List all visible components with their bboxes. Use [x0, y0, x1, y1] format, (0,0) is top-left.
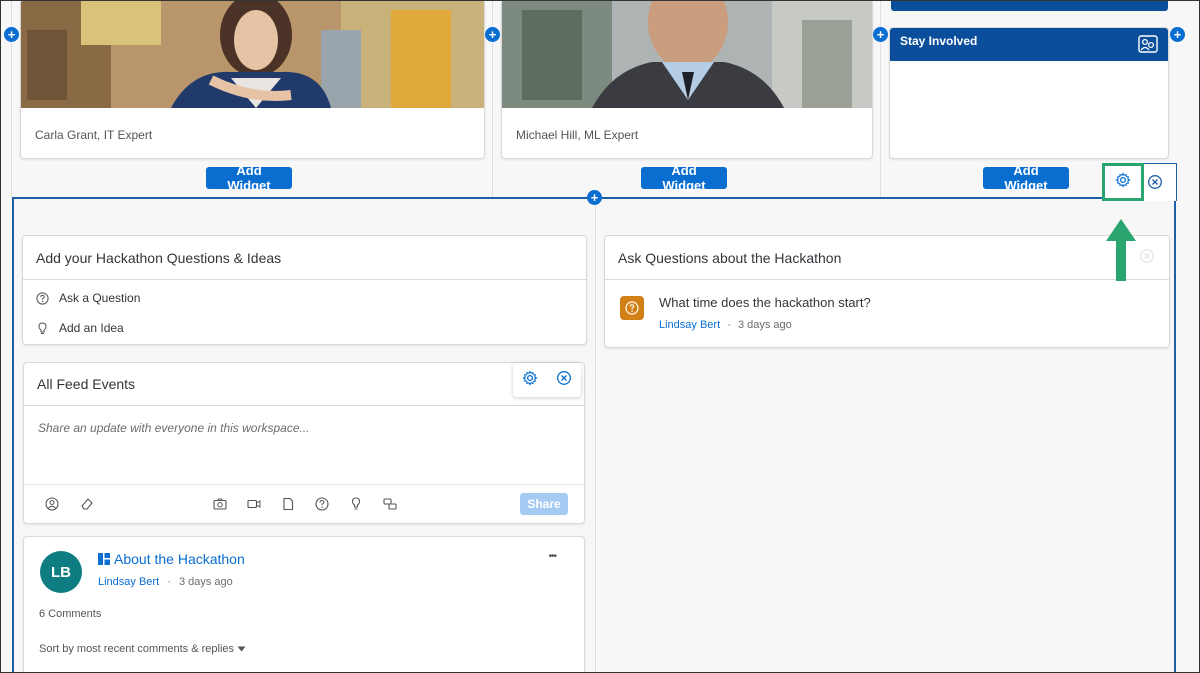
- avatar[interactable]: LB: [40, 551, 82, 593]
- add-widget-button[interactable]: Add Widget: [983, 163, 1069, 193]
- close-circle-icon[interactable]: [1139, 248, 1155, 269]
- widget-toolbar: [513, 363, 581, 397]
- more-options-button[interactable]: •••: [548, 551, 556, 562]
- add-idea-label: Add an Idea: [59, 321, 124, 335]
- workspace-canvas: Carla Grant, IT Expert Michael Hill, ML …: [1, 1, 1199, 672]
- poll-icon[interactable]: [382, 496, 398, 512]
- post-title-link[interactable]: About the Hackathon: [114, 551, 245, 567]
- widget-title: Ask Questions about the Hackathon: [605, 236, 1169, 280]
- file-icon[interactable]: [280, 496, 296, 512]
- post-author-link[interactable]: Lindsay Bert: [98, 576, 159, 588]
- widget-title: All Feed Events: [24, 363, 584, 406]
- meta-separator: ·: [727, 319, 731, 331]
- comments-count[interactable]: 6 Comments: [39, 608, 101, 620]
- profile-caption: Michael Hill, ML Expert: [516, 128, 639, 142]
- dashboard-icon: [98, 553, 110, 565]
- video-icon[interactable]: [246, 496, 262, 512]
- question-time: 3 days ago: [737, 319, 792, 331]
- profile-card-carla: Carla Grant, IT Expert: [20, 1, 485, 159]
- ask-question-label: Ask a Question: [59, 291, 141, 305]
- sort-comments-dropdown[interactable]: Sort by most recent comments & replies: [39, 643, 246, 655]
- feed-post: LB About the Hackathon Lindsay Bert · 3 …: [23, 536, 585, 672]
- share-button[interactable]: Share: [520, 493, 568, 515]
- mention-icon[interactable]: [44, 496, 60, 512]
- column-settings-highlight: [1102, 163, 1144, 201]
- meta-separator: ·: [167, 576, 171, 588]
- add-column-button[interactable]: +: [4, 27, 19, 42]
- ask-question-item[interactable]: Ask a Question: [23, 283, 586, 313]
- camera-icon[interactable]: [212, 496, 228, 512]
- post-meta: Lindsay Bert · 3 days ago: [98, 576, 233, 588]
- feed-events-widget: All Feed Events Share an update with eve…: [23, 362, 585, 524]
- feed-composer-toolbar: Share: [24, 489, 584, 521]
- section-column-divider: [595, 199, 596, 672]
- stay-involved-card: Stay Involved: [889, 27, 1169, 159]
- post-title-row: About the Hackathon: [98, 551, 245, 567]
- close-circle-icon[interactable]: [556, 370, 572, 391]
- question-text[interactable]: What time does the hackathon start?: [659, 295, 871, 310]
- add-section-button[interactable]: +: [587, 190, 602, 205]
- post-time: 3 days ago: [178, 576, 233, 588]
- ask-questions-widget: Ask Questions about the Hackathon What t…: [604, 235, 1170, 348]
- add-idea-item[interactable]: Add an Idea: [23, 313, 586, 343]
- widget-title: Add your Hackathon Questions & Ideas: [23, 236, 586, 280]
- people-icon: [1138, 35, 1158, 53]
- share-update-input[interactable]: Share an update with everyone in this wo…: [25, 407, 583, 485]
- hackathon-section: Add your Hackathon Questions & Ideas Ask…: [12, 197, 1176, 672]
- eraser-icon[interactable]: [79, 496, 95, 512]
- widget-top-edge: [891, 1, 1168, 11]
- profile-caption: Carla Grant, IT Expert: [35, 128, 153, 142]
- add-widget-button[interactable]: Add Widget: [641, 163, 727, 193]
- profile-photo-carla: [21, 1, 484, 108]
- question-meta: Lindsay Bert · 3 days ago: [659, 319, 792, 331]
- add-column-button[interactable]: +: [873, 27, 888, 42]
- add-column-button[interactable]: +: [485, 27, 500, 42]
- stay-involved-title: Stay Involved: [900, 34, 978, 48]
- lightbulb-icon[interactable]: [348, 496, 364, 512]
- gear-icon[interactable]: [522, 369, 538, 391]
- questions-ideas-widget: Add your Hackathon Questions & Ideas Ask…: [22, 235, 587, 345]
- gear-icon[interactable]: [1115, 171, 1131, 193]
- sort-label: Sort by most recent comments & replies: [39, 643, 235, 655]
- profile-card-michael: Michael Hill, ML Expert: [501, 1, 873, 159]
- question-circle-icon: [36, 291, 49, 305]
- question-badge-icon: [620, 296, 644, 320]
- close-circle-icon[interactable]: [1147, 174, 1163, 190]
- stay-involved-header: Stay Involved: [890, 28, 1168, 61]
- question-icon[interactable]: [314, 496, 330, 512]
- caret-down-icon: [237, 646, 246, 652]
- add-widget-button[interactable]: Add Widget: [206, 163, 292, 193]
- add-column-button[interactable]: +: [1170, 27, 1185, 42]
- profile-photo-michael: [502, 1, 872, 108]
- lightbulb-icon: [38, 321, 47, 334]
- arrow-up-icon: [1106, 219, 1136, 281]
- question-author-link[interactable]: Lindsay Bert: [659, 319, 720, 331]
